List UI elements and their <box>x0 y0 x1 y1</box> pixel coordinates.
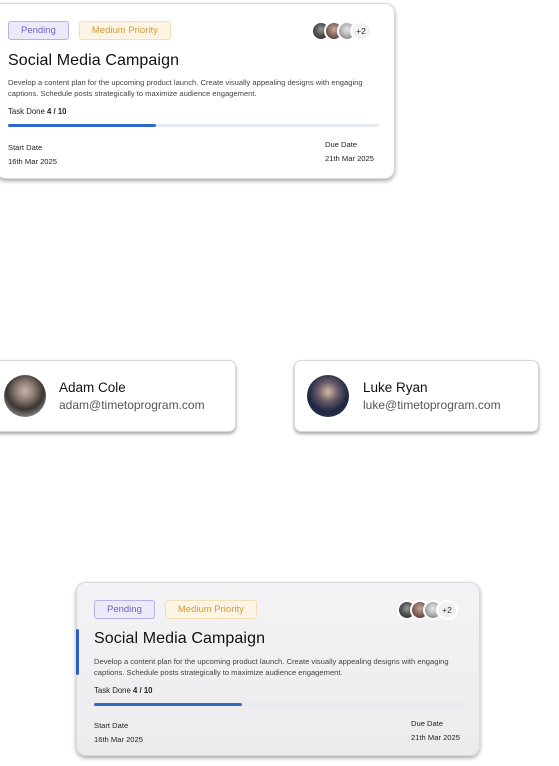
more-assignees-count: +2 <box>350 21 372 41</box>
card-title: Social Media Campaign <box>8 52 180 69</box>
task-count: Task Done 4 / 10 <box>94 686 153 695</box>
assignee-avatars[interactable]: +2 <box>397 600 458 620</box>
start-date-label: Start Date <box>8 143 43 152</box>
assignee-avatars[interactable]: +2 <box>311 21 372 41</box>
start-date-value: 16th Mar 2025 <box>8 157 57 166</box>
user-card[interactable]: Luke Ryan luke@timetoprogram.com <box>294 360 539 432</box>
due-date-value: 21th Mar 2025 <box>411 733 460 742</box>
priority-badge: Medium Priority <box>78 21 171 40</box>
progress-bar <box>8 124 379 127</box>
progress-bar <box>94 703 464 706</box>
due-date-value: 21th Mar 2025 <box>325 154 374 163</box>
card-badges: Pending Medium Priority <box>94 600 257 619</box>
progress-fill <box>94 703 242 706</box>
due-date-label: Due Date <box>325 140 358 149</box>
status-badge: Pending <box>94 600 155 619</box>
start-date-label: Start Date <box>94 721 129 730</box>
card-description: Develop a content plan for the upcoming … <box>94 657 449 677</box>
card-badges: Pending Medium Priority <box>8 21 171 40</box>
task-card[interactable]: Pending Medium Priority +2 Social Media … <box>0 3 395 179</box>
more-assignees-count: +2 <box>436 600 458 620</box>
user-email: luke@timetoprogram.com <box>363 398 501 412</box>
card-title: Social Media Campaign <box>94 630 266 647</box>
task-count-label: Task Done <box>8 107 45 116</box>
avatar <box>307 375 349 417</box>
task-count: Task Done 4 / 10 <box>8 107 67 116</box>
due-date-label: Due Date <box>411 719 444 728</box>
avatar <box>4 375 46 417</box>
task-count-label: Task Done <box>94 686 131 695</box>
task-count-value: 4 / 10 <box>133 686 153 695</box>
status-badge: Pending <box>8 21 69 40</box>
start-date-value: 16th Mar 2025 <box>94 735 143 744</box>
card-description: Develop a content plan for the upcoming … <box>8 78 363 98</box>
selection-accent <box>76 629 79 675</box>
task-count-value: 4 / 10 <box>47 107 67 116</box>
progress-fill <box>8 124 157 127</box>
user-card[interactable]: Adam Cole adam@timetoprogram.com <box>0 360 236 432</box>
task-card-selected[interactable]: Pending Medium Priority +2 Social Media … <box>76 582 480 756</box>
user-name: Luke Ryan <box>363 380 428 395</box>
priority-badge: Medium Priority <box>164 600 257 619</box>
user-email: adam@timetoprogram.com <box>59 398 205 412</box>
user-name: Adam Cole <box>59 380 126 395</box>
